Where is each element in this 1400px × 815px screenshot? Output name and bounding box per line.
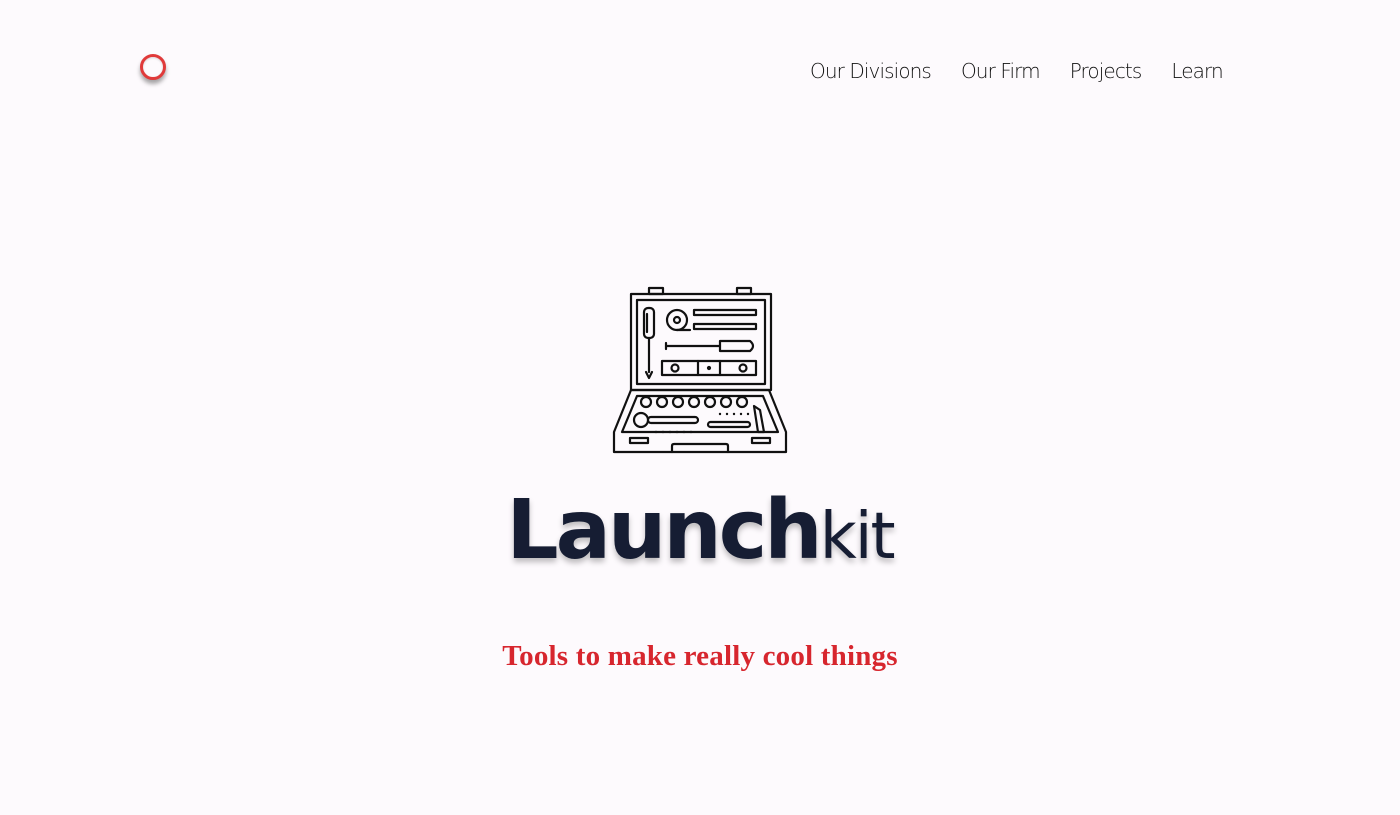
brand-name-bold: Launch (506, 483, 822, 578)
brand-name-light: kit (819, 500, 896, 574)
home-logo-link[interactable] (138, 52, 172, 88)
nav-link-learn[interactable]: Learn (1171, 58, 1223, 84)
nav-link-projects[interactable]: Projects (1070, 58, 1143, 84)
nav-link-our-firm[interactable]: Our Firm (961, 58, 1041, 84)
hero-tagline: Tools to make really cool things (502, 640, 898, 672)
main-nav: Our Divisions Our Firm Projects Learn (810, 58, 1224, 84)
ring-logo-icon (140, 54, 166, 80)
site-header: Our Divisions Our Firm Projects Learn (0, 0, 1400, 140)
toolbox-icon (612, 286, 788, 454)
nav-link-our-divisions[interactable]: Our Divisions (810, 58, 932, 84)
brand-wordmark: Launchkit (0, 490, 1400, 572)
